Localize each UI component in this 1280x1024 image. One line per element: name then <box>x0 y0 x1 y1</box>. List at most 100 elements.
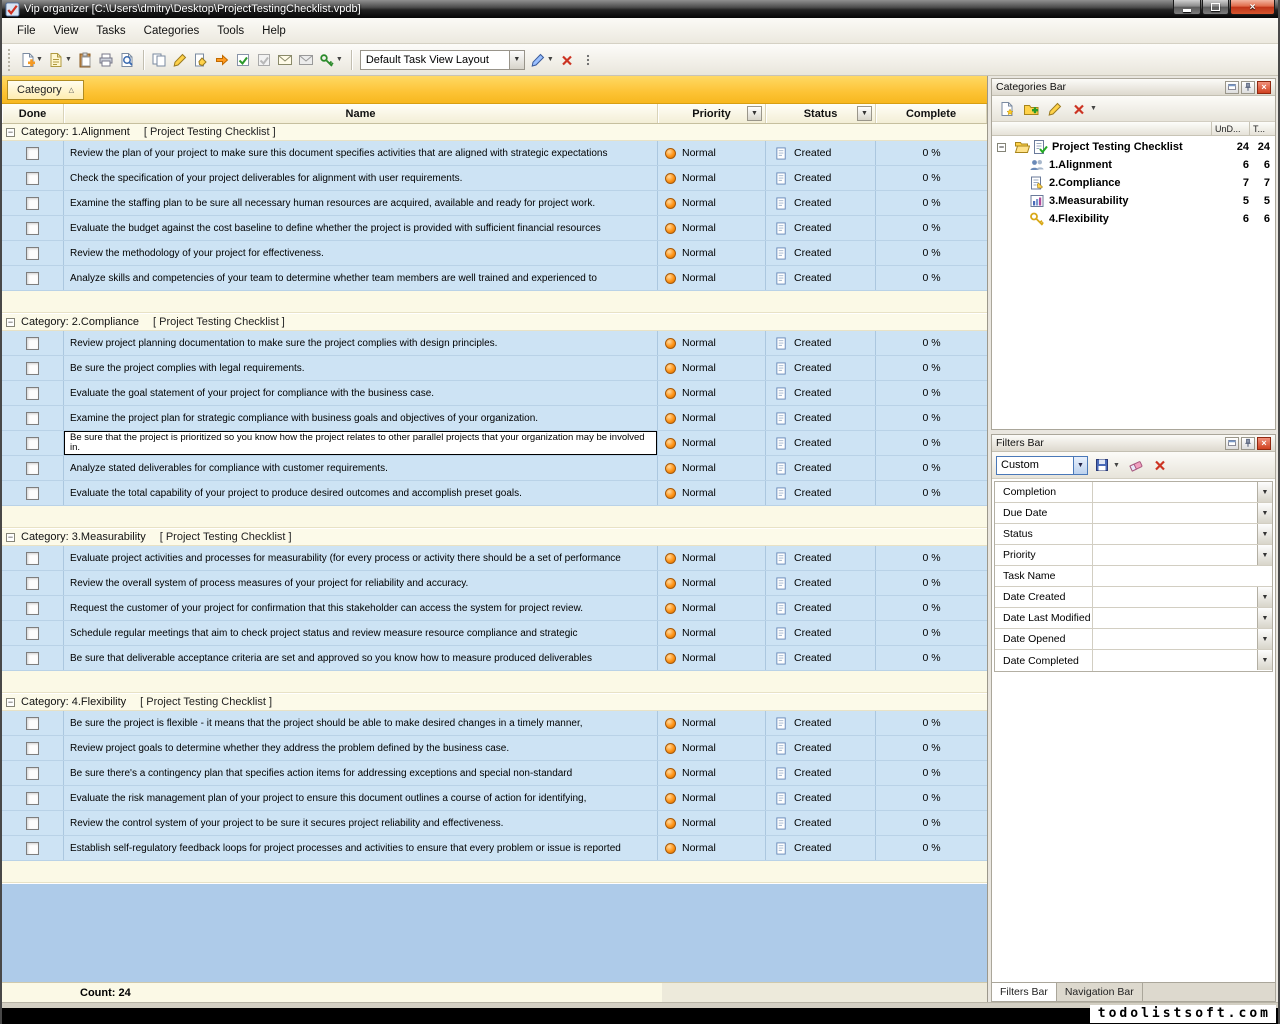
layout-selector[interactable]: Default Task View Layout ▼ <box>360 50 525 70</box>
task-name-cell[interactable]: Examine the project plan for strategic c… <box>64 406 658 430</box>
email-task-icon[interactable] <box>275 49 296 71</box>
status-cell[interactable]: Created <box>766 216 876 240</box>
done-checkbox[interactable] <box>26 437 39 450</box>
status-cell[interactable]: Created <box>766 761 876 785</box>
priority-cell[interactable]: Normal <box>658 811 766 835</box>
filter-field-dropdown[interactable]: ▼ <box>1257 524 1272 544</box>
complete-cell[interactable]: 0 % <box>876 736 987 760</box>
complete-cell[interactable]: 0 % <box>876 266 987 290</box>
priority-cell[interactable]: Normal <box>658 381 766 405</box>
status-cell[interactable]: Created <box>766 191 876 215</box>
task-name-cell[interactable]: Analyze skills and competencies of your … <box>64 266 658 290</box>
close-button[interactable]: × <box>1230 0 1275 15</box>
task-name-cell[interactable]: Review the plan of your project to make … <box>64 141 658 165</box>
filter-field-dropdown[interactable]: ▼ <box>1257 587 1272 607</box>
column-header-complete[interactable]: Complete <box>876 104 987 123</box>
filters-bar-close-button[interactable]: × <box>1257 437 1271 450</box>
priority-cell[interactable]: Normal <box>658 481 766 505</box>
priority-filter-dropdown[interactable]: ▼ <box>747 106 762 121</box>
new-task-icon[interactable] <box>17 49 38 71</box>
task-name-cell[interactable]: Check the specification of your project … <box>64 166 658 190</box>
task-name-cell[interactable]: Establish self-regulatory feedback loops… <box>64 836 658 860</box>
status-cell[interactable]: Created <box>766 646 876 670</box>
priority-cell[interactable]: Normal <box>658 456 766 480</box>
status-cell[interactable]: Created <box>766 141 876 165</box>
task-name-cell[interactable]: Be sure the project complies with legal … <box>64 356 658 380</box>
done-checkbox[interactable] <box>26 552 39 565</box>
priority-cell[interactable]: Normal <box>658 141 766 165</box>
collapse-tree-toggle[interactable]: − <box>997 143 1006 152</box>
complete-cell[interactable]: 0 % <box>876 711 987 735</box>
filter-field-input[interactable]: ▼ <box>1093 608 1272 628</box>
filter-field-input[interactable]: ▼ <box>1093 482 1272 502</box>
task-name-cell[interactable]: Be sure that the project is prioritized … <box>64 431 658 455</box>
overflow-dots-icon[interactable] <box>578 49 599 71</box>
priority-cell[interactable]: Normal <box>658 571 766 595</box>
priority-cell[interactable]: Normal <box>658 786 766 810</box>
email-list-icon[interactable] <box>296 49 317 71</box>
task-name-cell[interactable]: Request the customer of your project for… <box>64 596 658 620</box>
filter-field-input[interactable]: ▼ <box>1093 629 1272 649</box>
priority-cell[interactable]: Normal <box>658 191 766 215</box>
priority-cell[interactable]: Normal <box>658 761 766 785</box>
status-filter-dropdown[interactable]: ▼ <box>857 106 872 121</box>
complete-cell[interactable]: 0 % <box>876 621 987 645</box>
task-name-cell[interactable]: Review project planning documentation to… <box>64 331 658 355</box>
tab-navigation-bar[interactable]: Navigation Bar <box>1057 983 1143 1001</box>
status-cell[interactable]: Created <box>766 266 876 290</box>
complete-cell[interactable]: 0 % <box>876 406 987 430</box>
copy-icon[interactable] <box>149 49 170 71</box>
priority-cell[interactable]: Normal <box>658 431 766 455</box>
edit-task-icon[interactable] <box>170 49 191 71</box>
column-header-done[interactable]: Done <box>2 104 64 123</box>
save-filter-icon[interactable] <box>1091 454 1112 476</box>
filter-field-dropdown[interactable]: ▼ <box>1257 650 1272 670</box>
menu-tools[interactable]: Tools <box>208 21 253 41</box>
priority-cell[interactable]: Normal <box>658 546 766 570</box>
filter-field-input[interactable]: ▼ <box>1093 524 1272 544</box>
status-cell[interactable]: Created <box>766 596 876 620</box>
filter-field-input[interactable]: ▼ <box>1093 587 1272 607</box>
column-header-priority[interactable]: Priority ▼ <box>658 104 766 123</box>
menu-tasks[interactable]: Tasks <box>87 21 134 41</box>
filter-field-input[interactable]: ▼ <box>1093 503 1272 523</box>
complete-cell[interactable]: 0 % <box>876 811 987 835</box>
priority-cell[interactable]: Normal <box>658 406 766 430</box>
clear-filter-icon[interactable] <box>1126 454 1147 476</box>
dropdown-caret-icon[interactable]: ▼ <box>65 56 72 63</box>
edit-category-icon[interactable] <box>1044 98 1065 120</box>
edit-notes-icon[interactable] <box>191 49 212 71</box>
complete-cell[interactable]: 0 % <box>876 141 987 165</box>
delete-filter-icon[interactable] <box>1150 454 1171 476</box>
priority-cell[interactable]: Normal <box>658 711 766 735</box>
priority-cell[interactable]: Normal <box>658 216 766 240</box>
complete-cell[interactable]: 0 % <box>876 646 987 670</box>
categories-bar-pin-button[interactable] <box>1241 81 1255 94</box>
tree-category-item[interactable]: 1.Alignment66 <box>992 156 1275 174</box>
minimize-button[interactable] <box>1173 0 1201 15</box>
permissions-icon[interactable] <box>317 49 338 71</box>
categories-bar-close-button[interactable]: × <box>1257 81 1271 94</box>
group-by-category-tab[interactable]: Category △ <box>7 80 84 100</box>
paste-icon[interactable] <box>75 49 96 71</box>
collapse-group-toggle[interactable]: − <box>6 128 15 137</box>
dropdown-caret-icon[interactable]: ▼ <box>547 56 554 63</box>
done-checkbox[interactable] <box>26 462 39 475</box>
task-name-cell[interactable]: Examine the staffing plan to be sure all… <box>64 191 658 215</box>
menu-help[interactable]: Help <box>253 21 295 41</box>
done-checkbox[interactable] <box>26 412 39 425</box>
complete-cell[interactable]: 0 % <box>876 431 987 455</box>
task-name-cell[interactable]: Evaluate the budget against the cost bas… <box>64 216 658 240</box>
dropdown-caret-icon[interactable]: ▼ <box>1090 105 1097 112</box>
complete-cell[interactable]: 0 % <box>876 241 987 265</box>
priority-cell[interactable]: Normal <box>658 166 766 190</box>
menu-view[interactable]: View <box>45 21 88 41</box>
task-name-cell[interactable]: Review project goals to determine whethe… <box>64 736 658 760</box>
status-cell[interactable]: Created <box>766 836 876 860</box>
filter-field-input[interactable]: ▼ <box>1093 545 1272 565</box>
done-checkbox[interactable] <box>26 222 39 235</box>
new-note-icon[interactable] <box>46 49 67 71</box>
filter-field-input[interactable]: ▼ <box>1093 650 1272 671</box>
filters-bar-restore-button[interactable] <box>1225 437 1239 450</box>
menu-categories[interactable]: Categories <box>135 21 209 41</box>
